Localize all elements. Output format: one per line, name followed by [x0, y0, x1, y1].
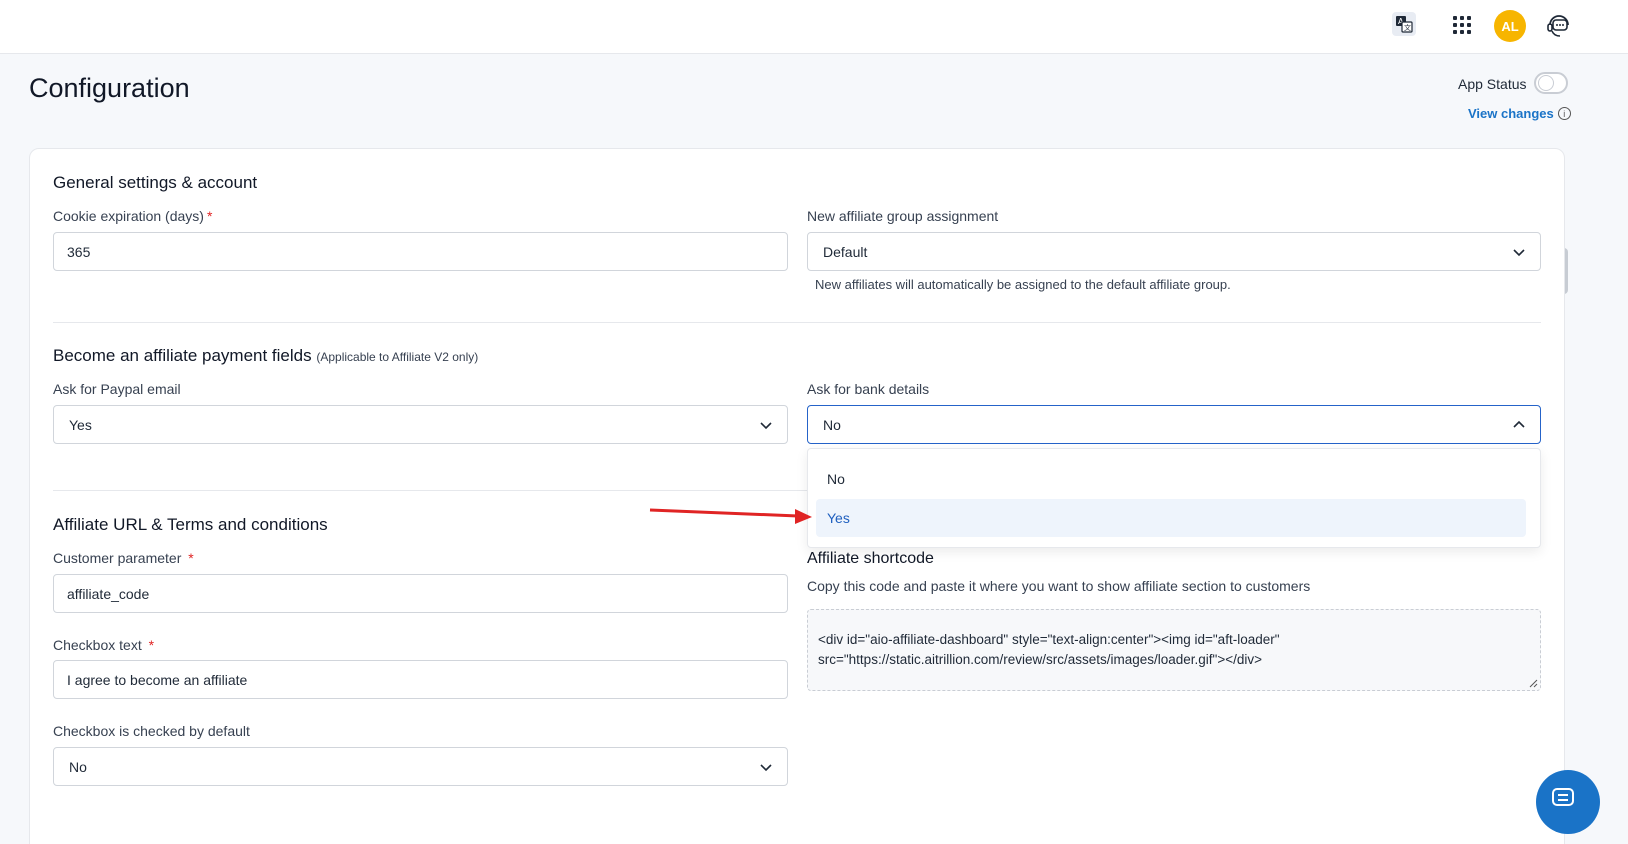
checkbox-default-label: Checkbox is checked by default: [53, 723, 250, 739]
bank-details-dropdown: No Yes: [807, 448, 1541, 548]
paypal-email-select[interactable]: Yes: [53, 405, 788, 444]
group-assignment-select[interactable]: Default: [807, 232, 1541, 271]
group-assignment-label: New affiliate group assignment: [807, 208, 999, 224]
avatar[interactable]: AL: [1494, 10, 1526, 42]
shortcode-title: Affiliate shortcode: [807, 550, 934, 567]
paypal-email-label: Ask for Paypal email: [53, 381, 181, 397]
support-chat-icon[interactable]: [1544, 11, 1574, 41]
page-title: Configuration: [29, 73, 190, 103]
checkbox-text-label: Checkbox text *: [53, 637, 155, 653]
chevron-up-icon: [1513, 420, 1525, 428]
view-changes-link[interactable]: View changes i: [1468, 106, 1571, 121]
group-assignment-helper: New affiliates will automatically be ass…: [815, 277, 1231, 292]
shortcode-textarea[interactable]: <div id="aio-affiliate-dashboard" style=…: [807, 609, 1541, 691]
chevron-down-icon: [1513, 249, 1525, 257]
shortcode-helper: Copy this code and paste it where you wa…: [807, 578, 1311, 594]
chevron-down-icon: [760, 422, 772, 430]
bank-details-select[interactable]: No: [807, 405, 1541, 444]
general-section-title: General settings & account: [53, 173, 258, 192]
top-bar: A 文 AL: [0, 0, 1628, 54]
chevron-down-icon: [760, 764, 772, 772]
payment-section-title: Become an affiliate payment fields (Appl…: [53, 346, 479, 365]
affiliate-section-title: Affiliate URL & Terms and conditions: [53, 515, 328, 534]
app-status-toggle[interactable]: [1534, 72, 1568, 94]
checkbox-text-input[interactable]: I agree to become an affiliate: [53, 660, 788, 699]
section-divider: [53, 322, 1541, 323]
cookie-expiration-input[interactable]: 365: [53, 232, 788, 271]
section-divider: [53, 490, 807, 491]
chat-fab-button[interactable]: [1536, 770, 1600, 834]
svg-text:文: 文: [1404, 23, 1411, 32]
checkbox-default-select[interactable]: No: [53, 747, 788, 786]
dropdown-option-no[interactable]: No: [816, 460, 1526, 498]
customer-parameter-input[interactable]: affiliate_code: [53, 574, 788, 613]
bank-details-label: Ask for bank details: [807, 381, 930, 397]
apps-grid-icon[interactable]: [1453, 16, 1471, 34]
resize-handle-icon[interactable]: [1528, 678, 1538, 688]
info-icon[interactable]: i: [1557, 107, 1571, 120]
customer-parameter-label: Customer parameter *: [53, 550, 194, 566]
translate-icon[interactable]: A 文: [1392, 12, 1416, 36]
cookie-expiration-label: Cookie expiration (days) *: [53, 208, 213, 224]
view-changes-label[interactable]: View changes: [1468, 106, 1554, 121]
app-status-label: App Status: [1458, 76, 1527, 92]
dropdown-option-yes[interactable]: Yes: [816, 499, 1526, 537]
chat-icon: [1552, 788, 1574, 806]
